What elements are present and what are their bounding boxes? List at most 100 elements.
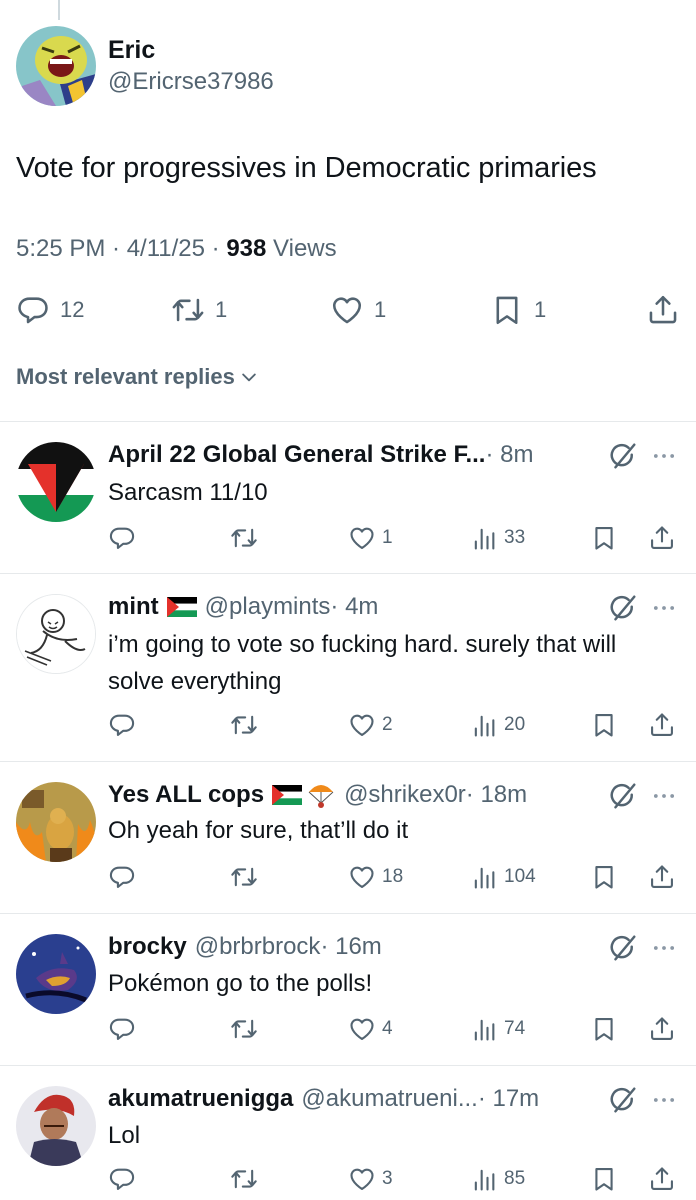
views-icon	[470, 1015, 498, 1043]
reply-text: Lol	[108, 1122, 141, 1149]
avatar[interactable]	[16, 782, 96, 862]
reply-author-name[interactable]: mint	[108, 593, 159, 621]
bookmark-button[interactable]	[590, 862, 618, 892]
like-button[interactable]: 4	[348, 1014, 393, 1044]
reply-button[interactable]	[108, 710, 136, 740]
reply-author-handle[interactable]: @playmints	[205, 593, 331, 621]
share-icon	[648, 1015, 676, 1043]
bookmark-button[interactable]	[590, 1164, 618, 1194]
reply-item[interactable]: April 22 Global General Strike F... · 8m…	[0, 422, 696, 572]
views-button[interactable]: 20	[470, 710, 525, 740]
repost-button[interactable]	[230, 1164, 258, 1194]
reply-button[interactable]: 12	[16, 290, 84, 330]
more-icon[interactable]	[650, 782, 678, 810]
grok-icon[interactable]	[608, 441, 638, 471]
avatar[interactable]	[16, 442, 96, 522]
bookmark-icon	[590, 711, 618, 739]
bookmark-button[interactable]	[590, 710, 618, 740]
bookmark-button[interactable]	[590, 523, 618, 553]
avatar[interactable]	[16, 26, 96, 106]
reply-item[interactable]: mint @playmints · 4m i’m going to vote s…	[0, 574, 696, 760]
grok-icon[interactable]	[608, 593, 638, 623]
reply-timestamp[interactable]: · 18m	[466, 781, 527, 809]
avatar[interactable]	[16, 934, 96, 1014]
author-handle[interactable]: @Ericrse37986	[108, 66, 274, 98]
reply-button[interactable]	[108, 1164, 136, 1194]
post-text: Vote for progressives in Democratic prim…	[16, 152, 597, 184]
views-button[interactable]: 74	[470, 1014, 525, 1044]
reply-timestamp[interactable]: · 17m	[478, 1085, 539, 1113]
repost-button[interactable]	[230, 862, 258, 892]
bookmark-icon	[490, 293, 524, 327]
like-button[interactable]: 18	[348, 862, 403, 892]
grok-icon[interactable]	[608, 781, 638, 811]
more-icon[interactable]	[650, 442, 678, 470]
bookmark-icon	[590, 863, 618, 891]
like-count: 4	[382, 1018, 393, 1039]
more-icon[interactable]	[650, 1086, 678, 1114]
reply-timestamp[interactable]: · 4m	[330, 593, 378, 621]
views-count: 85	[504, 1168, 526, 1189]
reply-author-name[interactable]: brocky	[108, 933, 187, 961]
more-icon[interactable]	[650, 594, 678, 622]
bookmark-icon	[590, 524, 618, 552]
share-button[interactable]	[648, 862, 676, 892]
share-button[interactable]	[646, 290, 680, 330]
like-button[interactable]: 1	[330, 290, 386, 330]
post-author: Eric @Ericrse37986	[16, 26, 274, 106]
repost-button[interactable]: 1	[171, 290, 227, 330]
share-button[interactable]	[648, 1164, 676, 1194]
reply-timestamp[interactable]: · 8m	[485, 441, 533, 469]
reply-button[interactable]	[108, 523, 136, 553]
reply-count: 12	[60, 297, 85, 322]
share-button[interactable]	[648, 710, 676, 740]
grok-icon[interactable]	[608, 1085, 638, 1115]
bookmark-button[interactable]: 1	[490, 290, 546, 330]
reply-header: Yes ALL cops @shrikex0r · 18m	[108, 778, 527, 812]
reply-sort-dropdown[interactable]: Most relevant replies	[16, 364, 259, 390]
post-timestamp[interactable]: 5:25 PM · 4/11/25 ·	[16, 235, 226, 262]
views-button[interactable]: 85	[470, 1164, 525, 1194]
author-name[interactable]: Eric	[108, 34, 274, 66]
reply-text: Oh yeah for sure, that’ll do it	[108, 817, 409, 844]
views-button[interactable]: 104	[470, 862, 536, 892]
reply-timestamp[interactable]: · 16m	[320, 933, 381, 961]
avatar[interactable]	[16, 1086, 96, 1166]
repost-button[interactable]	[230, 710, 258, 740]
palestine-flag-icon	[167, 597, 197, 617]
repost-icon	[230, 863, 258, 891]
like-button[interactable]: 3	[348, 1164, 393, 1194]
reply-author-handle[interactable]: @akumatrueni...	[301, 1085, 477, 1113]
post-action-bar: 12 1 1 1	[16, 290, 682, 330]
reply-action-bar: 1 33	[108, 523, 682, 553]
reply-icon	[108, 863, 136, 891]
repost-button[interactable]	[230, 523, 258, 553]
reply-item[interactable]: Yes ALL cops @shrikex0r · 18m Oh yeah fo…	[0, 762, 696, 912]
grok-icon[interactable]	[608, 933, 638, 963]
chevron-down-icon	[239, 367, 259, 387]
reply-action-bar: 18 104	[108, 862, 682, 892]
reply-button[interactable]	[108, 1014, 136, 1044]
reply-author-name[interactable]: Yes ALL cops	[108, 781, 264, 809]
bookmark-button[interactable]	[590, 1014, 618, 1044]
reply-author-handle[interactable]: @brbrbrock	[195, 933, 321, 961]
repost-button[interactable]	[230, 1014, 258, 1044]
views-icon	[470, 711, 498, 739]
like-button[interactable]: 2	[348, 710, 393, 740]
share-button[interactable]	[648, 523, 676, 553]
share-button[interactable]	[648, 1014, 676, 1044]
reply-author-name[interactable]: akumatruenigga	[108, 1085, 293, 1113]
more-icon[interactable]	[650, 934, 678, 962]
reply-button[interactable]	[108, 862, 136, 892]
avatar[interactable]	[16, 594, 96, 674]
reply-icon	[16, 293, 50, 327]
reply-item[interactable]: brocky @brbrbrock · 16m Pokémon go to th…	[0, 914, 696, 1064]
views-button[interactable]: 33	[470, 523, 525, 553]
reply-item[interactable]: akumatruenigga @akumatrueni... · 17m Lol…	[0, 1066, 696, 1200]
parachute-icon	[308, 785, 334, 808]
reply-author-name[interactable]: April 22 Global General Strike F...	[108, 441, 485, 469]
like-button[interactable]: 1	[348, 523, 393, 553]
reply-header: akumatruenigga @akumatrueni... · 17m	[108, 1082, 539, 1116]
views-count: 938	[226, 235, 267, 262]
reply-author-handle[interactable]: @shrikex0r	[344, 781, 466, 809]
